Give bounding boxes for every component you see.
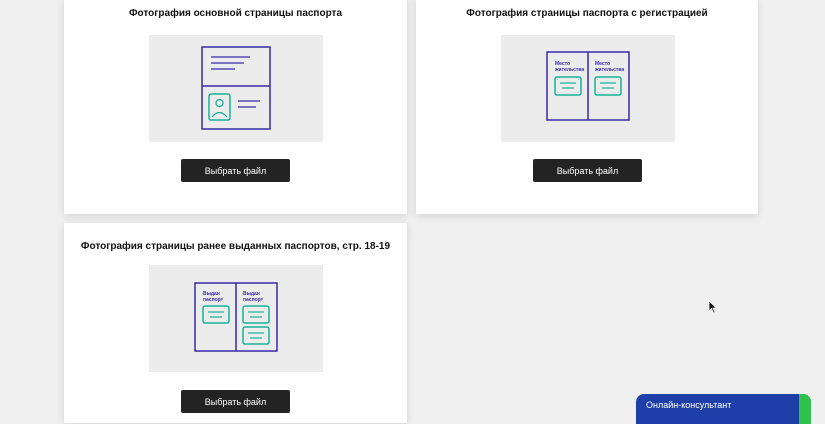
passport-main-page-illustration xyxy=(149,35,323,142)
online-consultant-label: Онлайн-консультант xyxy=(646,400,732,410)
passport-previous-issued-card: Фотография страницы ранее выданных паспо… xyxy=(64,223,407,423)
mouse-cursor-icon xyxy=(708,300,718,314)
passport-registration-illustration: Место жительства Место жительства xyxy=(501,35,675,142)
passport-main-page-card: Фотография основной страницы паспорта Вы… xyxy=(64,0,407,214)
issued-label-right-2: паспорт xyxy=(243,297,264,303)
chat-accent-shape xyxy=(799,394,811,424)
passport-registration-card: Фотография страницы паспорта с регистрац… xyxy=(416,0,758,214)
card-title: Фотография основной страницы паспорта xyxy=(128,8,343,19)
card-title: Фотография страницы ранее выданных паспо… xyxy=(80,241,391,252)
passport-main-page-icon xyxy=(201,46,271,130)
passport-previous-issued-icon: Выдан паспорт Выдан паспорт xyxy=(194,282,278,352)
passport-previous-issued-illustration: Выдан паспорт Выдан паспорт xyxy=(149,265,323,372)
registration-label-left-2: жительства xyxy=(554,67,584,73)
card-title: Фотография страницы паспорта с регистрац… xyxy=(466,8,708,19)
issued-label-left-2: паспорт xyxy=(203,297,224,303)
online-consultant-button[interactable]: Онлайн-консультант xyxy=(636,394,811,424)
registration-label-right-2: жительства xyxy=(594,67,624,73)
choose-file-button[interactable]: Выбрать файл xyxy=(181,390,290,413)
passport-registration-page-icon: Место жительства Место жительства xyxy=(546,51,630,121)
choose-file-button[interactable]: Выбрать файл xyxy=(181,159,290,182)
choose-file-button[interactable]: Выбрать файл xyxy=(533,159,642,182)
